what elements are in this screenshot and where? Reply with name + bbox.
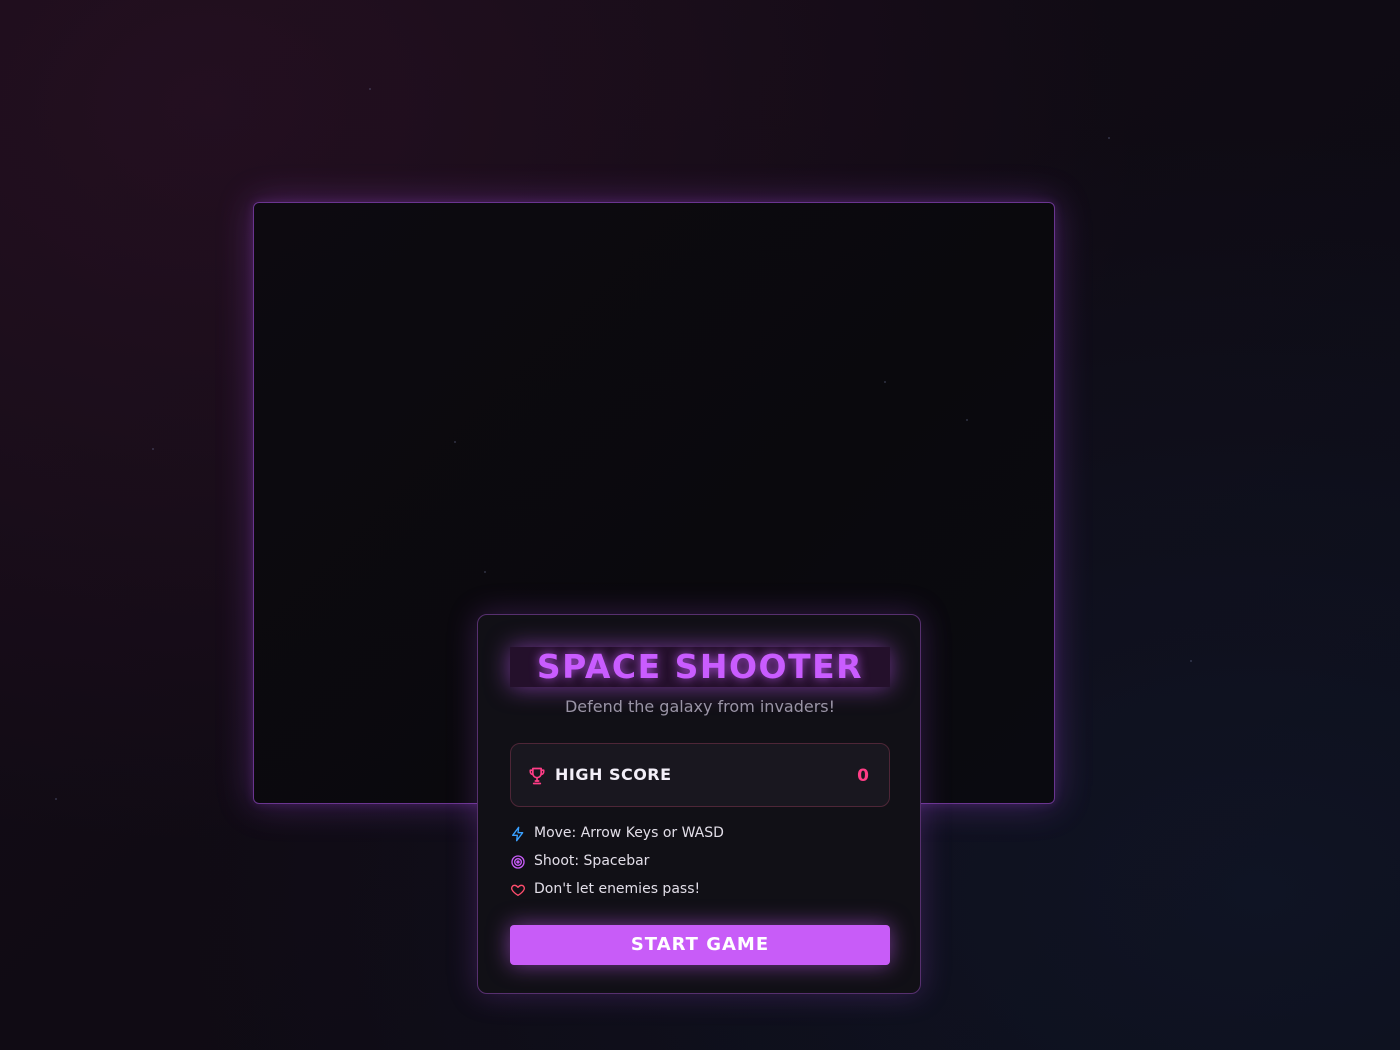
instruction-text: Shoot: Spacebar [534, 853, 650, 869]
title-banner: SPACE SHOOTER [510, 647, 890, 687]
background-star [1190, 660, 1192, 662]
canvas-star [484, 571, 486, 573]
instruction-text: Don't let enemies pass! [534, 881, 701, 897]
start-game-button[interactable]: START GAME [510, 925, 890, 965]
instruction-shoot: Shoot: Spacebar [510, 853, 890, 873]
lightning-icon [511, 826, 524, 842]
game-title: SPACE SHOOTER [536, 647, 864, 686]
canvas-star [454, 441, 456, 443]
heart-icon [511, 884, 525, 896]
background-star [369, 88, 371, 90]
high-score-label: HIGH SCORE [555, 765, 672, 784]
background-star [152, 448, 154, 450]
high-score-value: 0 [857, 766, 869, 786]
target-icon [511, 855, 525, 869]
start-menu-panel: SPACE SHOOTER Defend the galaxy from inv… [477, 614, 921, 994]
high-score-card: HIGH SCORE 0 [510, 743, 890, 807]
trophy-icon [529, 767, 545, 785]
canvas-star [966, 419, 968, 421]
canvas-star [884, 381, 886, 383]
background-star [55, 798, 57, 800]
background-star [1108, 137, 1110, 139]
instruction-move: Move: Arrow Keys or WASD [510, 825, 890, 845]
instruction-warning: Don't let enemies pass! [510, 881, 890, 901]
instruction-text: Move: Arrow Keys or WASD [534, 825, 724, 841]
game-subtitle: Defend the galaxy from invaders! [564, 697, 836, 716]
